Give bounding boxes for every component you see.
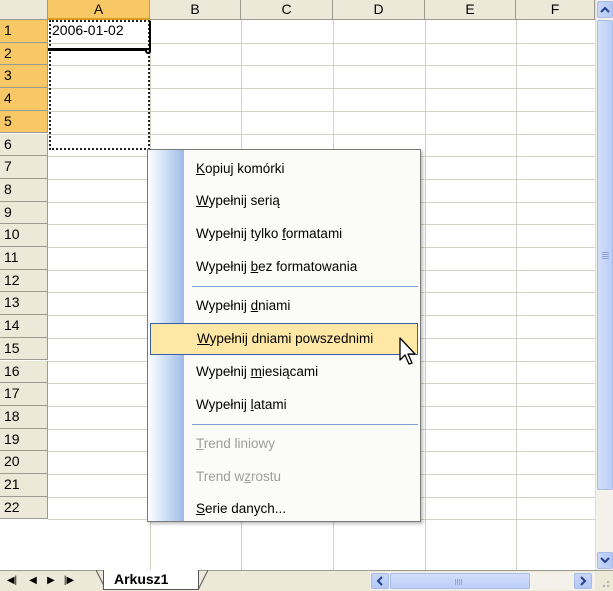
row-header-17[interactable]: 17 [0, 383, 48, 406]
menu-item-text: niami [258, 298, 291, 313]
chevron-left-icon [376, 576, 383, 586]
row-header-16[interactable]: 16 [0, 360, 48, 384]
row-header-9[interactable]: 9 [0, 201, 48, 225]
sheet-tab-bar: ◀| ◀ ▶ |▶ Arkusz1 [0, 570, 613, 591]
menu-item-accesskey: T [196, 436, 204, 451]
scroll-left-button[interactable] [371, 573, 389, 589]
row-header-12[interactable]: 12 [0, 269, 48, 293]
menu-item-accesskey: m [250, 364, 262, 379]
menu-item-text: ypełnij serią [208, 193, 280, 208]
column-header-e[interactable]: E [425, 0, 516, 20]
menu-item-accesskey: z [244, 469, 252, 484]
menu-item-serie-danych[interactable]: Serie danych... [184, 493, 420, 525]
active-cell-border [48, 21, 151, 51]
last-sheet-icon[interactable]: |▶ [62, 574, 76, 588]
resize-grip-icon[interactable] [598, 576, 610, 588]
first-sheet-icon[interactable]: ◀| [5, 574, 19, 588]
scroll-down-button[interactable] [597, 552, 613, 569]
chevron-up-icon [600, 6, 610, 13]
menu-item-wypełnij-bez-formatowania[interactable]: Wypełnij bez formatowania [184, 251, 420, 283]
menu-item-wypełnij-dniami[interactable]: Wypełnij dniami [184, 290, 420, 322]
previous-sheet-icon[interactable]: ◀ [26, 574, 40, 588]
menu-item-accesskey: W [196, 193, 209, 208]
menu-separator [192, 424, 418, 425]
row-header-5[interactable]: 5 [0, 110, 48, 134]
column-gridline [425, 20, 426, 570]
row-header-13[interactable]: 13 [0, 292, 48, 316]
sheet-tab-arkusz1[interactable]: Arkusz1 [103, 570, 199, 590]
row-header-8[interactable]: 8 [0, 178, 48, 202]
menu-item-text: ez formatowania [258, 259, 358, 274]
menu-item-accesskey: K [196, 161, 206, 176]
row-header-1[interactable]: 1 [0, 20, 48, 43]
autofill-context-menu: Kopiuj komórki Wypełnij serią Wypełnij tyl… [147, 149, 421, 522]
row-header-7[interactable]: 7 [0, 156, 48, 179]
row-header-2[interactable]: 2 [0, 42, 48, 66]
row-header-4[interactable]: 4 [0, 88, 48, 111]
menu-item-text: rend liniowy [203, 436, 276, 451]
vertical-scroll-thumb[interactable] [597, 20, 613, 490]
menu-item-text: Wypełnij [196, 259, 251, 274]
row-header-10[interactable]: 10 [0, 224, 48, 247]
menu-item-text: iesiącami [261, 364, 319, 379]
menu-item-wypełnij-miesiącami[interactable]: Wypełnij miesiącami [184, 356, 420, 388]
vertical-scrollbar[interactable] [595, 0, 613, 570]
menu-item-wypełnij-tylko-formatami[interactable]: Wypełnij tylko formatami [184, 218, 420, 250]
column-header-d[interactable]: D [333, 0, 425, 20]
menu-item-trend-liniowy[interactable]: Trend liniowy [184, 428, 420, 460]
menu-item-text: atami [253, 397, 287, 412]
column-gridline [516, 20, 517, 570]
select-all-corner[interactable] [0, 0, 48, 20]
menu-item-text: rostu [251, 469, 282, 484]
column-header-a[interactable]: A [48, 0, 150, 20]
menu-item-text: Wypełnij [196, 364, 251, 379]
menu-item-accesskey: W [197, 331, 210, 346]
fill-handle[interactable] [145, 48, 151, 54]
scroll-right-button[interactable] [574, 573, 592, 589]
menu-item-kopiuj-komórki[interactable]: Kopiuj komórki [184, 153, 420, 185]
column-header-c[interactable]: C [241, 0, 333, 20]
column-header-b[interactable]: B [150, 0, 241, 20]
row-header-19[interactable]: 19 [0, 428, 48, 452]
chevron-down-icon [600, 557, 610, 564]
menu-item-text: Wypełnij [196, 298, 251, 313]
menu-item-text: ormatami [285, 226, 343, 241]
tab-edge-right [198, 570, 208, 590]
menu-item-wypełnij-latami[interactable]: Wypełnij latami [184, 389, 420, 421]
row-header-6[interactable]: 6 [0, 133, 48, 157]
row-header-18[interactable]: 18 [0, 405, 48, 429]
menu-item-text: erie danych... [205, 501, 287, 516]
row-header-21[interactable]: 21 [0, 474, 48, 497]
row-header-22[interactable]: 22 [0, 496, 48, 520]
menu-item-text: opiuj komórki [205, 161, 285, 176]
menu-item-wypełnij-dniami-powszednimi[interactable]: Wypełnij dniami powszednimi [150, 323, 418, 355]
row-header-15[interactable]: 15 [0, 337, 48, 361]
column-header-f[interactable]: F [516, 0, 595, 20]
menu-item-text: Wypełnij [196, 397, 251, 412]
row-header-11[interactable]: 11 [0, 247, 48, 270]
next-sheet-icon[interactable]: ▶ [44, 574, 58, 588]
scroll-up-button[interactable] [597, 1, 613, 18]
row-header-14[interactable]: 14 [0, 315, 48, 338]
menu-item-accesskey: S [196, 501, 206, 516]
menu-item-text: Wypełnij tylko [196, 226, 283, 241]
chevron-right-icon [580, 576, 587, 586]
menu-item-text: Trend w [196, 469, 245, 484]
menu-item-wypełnij-serią[interactable]: Wypełnij serią [184, 185, 420, 217]
horizontal-scroll-thumb[interactable] [390, 573, 530, 589]
menu-separator [192, 286, 418, 287]
row-header-3[interactable]: 3 [0, 65, 48, 89]
menu-item-trend-wzrostu[interactable]: Trend wzrostu [184, 461, 420, 493]
horizontal-scrollbar[interactable] [370, 572, 595, 590]
mouse-pointer-icon [399, 337, 416, 365]
menu-item-text: ypełnij dniami powszednimi [209, 331, 374, 346]
row-header-20[interactable]: 20 [0, 451, 48, 474]
